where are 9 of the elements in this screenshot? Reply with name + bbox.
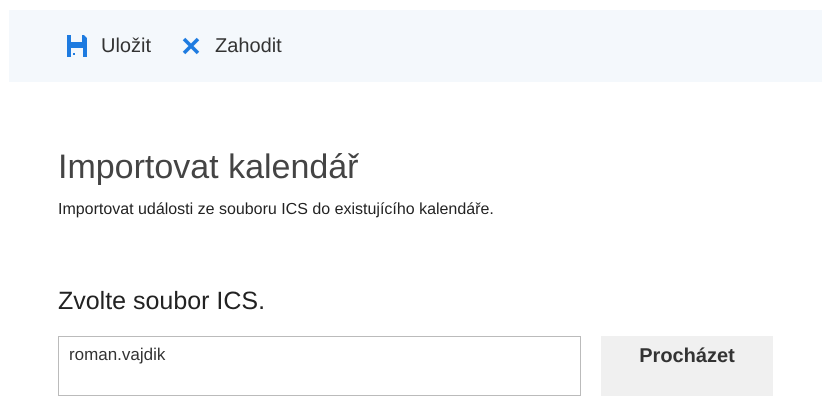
save-icon: [67, 35, 87, 57]
file-input-field[interactable]: roman.vajdik: [58, 336, 581, 396]
discard-button[interactable]: Zahodit: [181, 30, 282, 62]
page-title: Importovat kalendář: [58, 148, 360, 187]
close-icon: [181, 36, 202, 56]
description-text: Importovat události ze souboru ICS do existujícího kalendáře.: [58, 201, 495, 219]
section-heading: Zvolte soubor ICS.: [58, 287, 266, 316]
browse-button[interactable]: Procházet: [601, 336, 773, 396]
save-button[interactable]: Uložit: [67, 30, 152, 62]
